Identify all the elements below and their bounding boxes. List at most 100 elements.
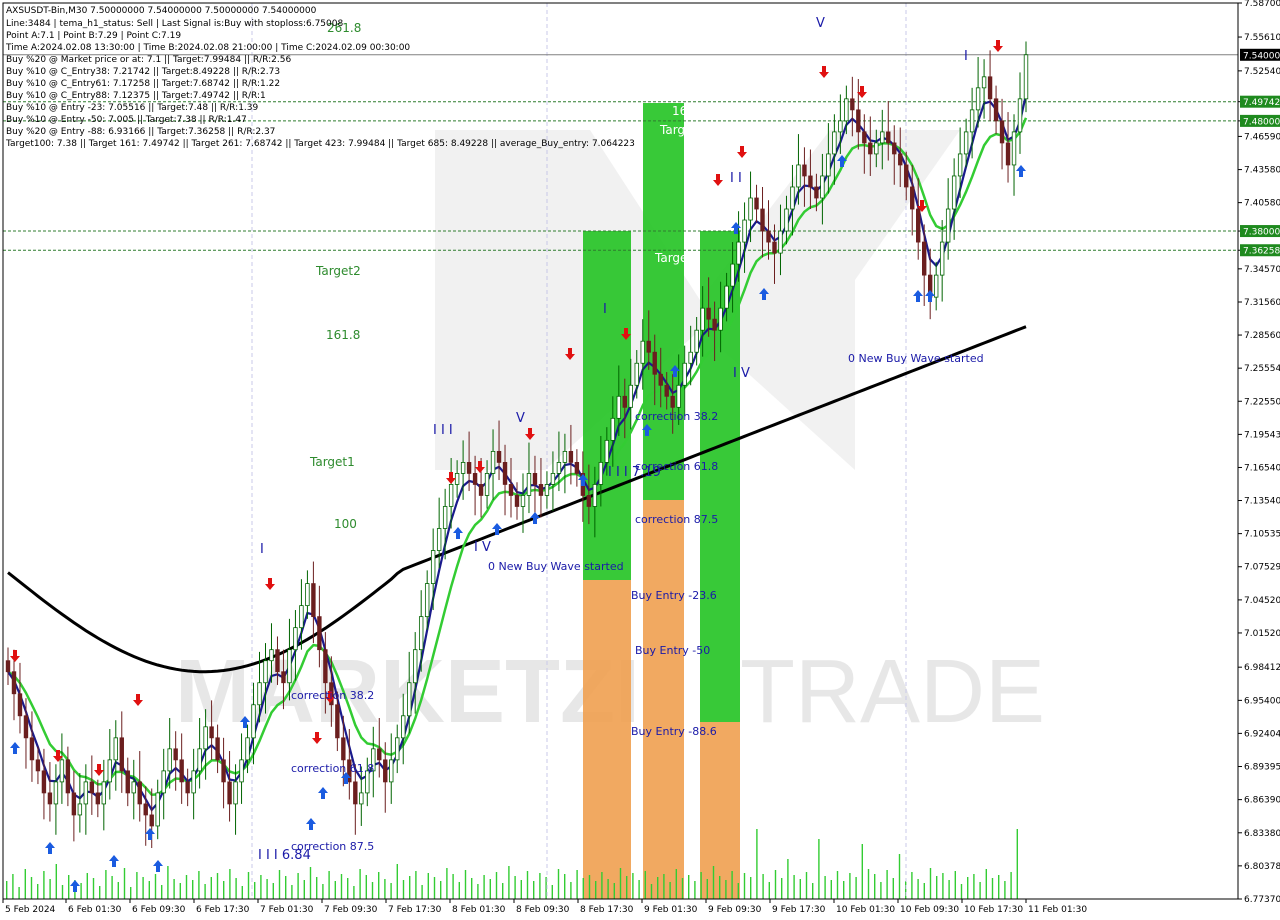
fib-label-target1-right: Target1	[654, 251, 700, 265]
candle-body	[538, 484, 544, 496]
volume-bar	[471, 878, 473, 899]
volume-bar	[613, 883, 615, 899]
volume-bar	[619, 868, 622, 899]
volume-bar	[514, 876, 516, 899]
candle-body	[239, 759, 244, 783]
volume-bar	[198, 871, 200, 899]
candle-body	[586, 495, 592, 507]
candle-body	[640, 340, 645, 364]
candle-body	[407, 682, 412, 717]
zone-label-buy-entry-50: Buy Entry -50	[635, 644, 710, 657]
volume-bar	[805, 872, 808, 899]
volume-bar	[936, 876, 938, 899]
volume-bar	[365, 875, 367, 899]
volume-bar	[632, 873, 634, 899]
volume-bar	[756, 829, 758, 899]
candle-body	[119, 737, 124, 772]
candle-body	[317, 616, 322, 651]
candle-body	[383, 759, 388, 783]
candle-body	[11, 671, 17, 695]
candle-body	[760, 208, 765, 232]
candle-body	[634, 362, 639, 386]
candle-body	[945, 208, 951, 243]
candle-body	[41, 770, 47, 794]
candle-body	[466, 462, 472, 474]
candle-body	[341, 737, 346, 761]
volume-bar	[526, 871, 529, 899]
candle-body	[808, 175, 813, 188]
zone-label-new-wave-left: 0 New Buy Wave started	[488, 560, 624, 573]
time-tick-label: 8 Feb 01:30	[452, 905, 506, 915]
price-tag-label: 7.48000	[1243, 117, 1280, 127]
candle-body	[5, 660, 11, 673]
zone-label-correction-87-left: correction 87.5	[291, 840, 374, 853]
volume-bar	[24, 869, 26, 899]
candle-body	[796, 164, 801, 188]
time-tick-label: 6 Feb 17:30	[196, 905, 250, 915]
candle-body	[359, 792, 364, 805]
info-line-4: Buy %20 @ Market price or at: 7.1 || Tar…	[6, 55, 291, 65]
candle-body	[257, 682, 262, 706]
volume-bar	[309, 867, 312, 899]
zone-label-correction-61-left: correction 61.8	[291, 762, 374, 775]
price-tick-label: 6.98412	[1244, 663, 1280, 673]
candle-body	[981, 76, 987, 89]
wave-label-i: I	[260, 542, 264, 557]
candle-body	[969, 109, 975, 133]
price-tick-label: 6.80378	[1244, 862, 1280, 872]
volume-bar	[570, 882, 572, 899]
volume-bar	[291, 885, 293, 899]
volume-bar	[824, 876, 826, 899]
volume-bar	[688, 875, 690, 899]
candle-body	[682, 362, 687, 386]
candle-body	[993, 98, 999, 122]
candle-body	[245, 737, 250, 761]
volume-bar	[991, 878, 994, 899]
volume-bar	[793, 875, 795, 899]
volume-bar	[502, 883, 504, 899]
time-tick-label: 7 Feb 09:30	[324, 905, 378, 915]
trading-chart[interactable]: MARKETZI TRADE 261.8 Target2 161.8 Targe…	[0, 0, 1280, 920]
volume-bar	[638, 880, 640, 899]
volume-bar	[582, 878, 584, 899]
candle-body	[694, 329, 699, 353]
candle-body	[933, 274, 939, 298]
candle-body	[209, 726, 214, 739]
candle-body	[939, 241, 945, 276]
volume-bar	[675, 869, 677, 899]
candle-body	[395, 737, 400, 761]
time-tick-label: 8 Feb 17:30	[580, 905, 634, 915]
candle-body	[568, 450, 574, 463]
candle-body	[17, 693, 23, 717]
volume-bar	[787, 859, 789, 899]
candle-body	[448, 484, 454, 507]
volume-bar	[601, 872, 603, 899]
price-tick-label: 7.19543	[1244, 430, 1280, 440]
candle-body	[951, 175, 957, 210]
candle-body	[532, 473, 538, 485]
candle-body	[736, 241, 741, 265]
volume-bar	[173, 879, 175, 899]
volume-bar	[607, 879, 609, 899]
candle-body	[95, 792, 101, 805]
volume-bar	[229, 869, 231, 899]
candle-body	[251, 704, 256, 739]
candle-body	[167, 748, 172, 772]
price-tag-label: 7.54000	[1243, 51, 1280, 61]
candle-body	[71, 792, 77, 816]
candle-body	[754, 197, 759, 210]
wave-label-iv: I V	[474, 540, 491, 555]
candle-body	[844, 98, 849, 122]
candle-body	[101, 781, 107, 805]
volume-bar	[123, 868, 126, 899]
time-tick-label: 10 Feb 01:30	[836, 905, 895, 915]
watermark-light: TRADE	[740, 642, 1045, 742]
candle-body	[185, 781, 190, 794]
candle-body	[790, 186, 795, 210]
volume-bar	[43, 871, 45, 899]
candle-body	[77, 803, 83, 816]
candle-body	[826, 153, 831, 177]
candle-body	[514, 495, 520, 507]
fib-label-100: 100	[334, 517, 357, 531]
volume-bar	[663, 874, 665, 899]
